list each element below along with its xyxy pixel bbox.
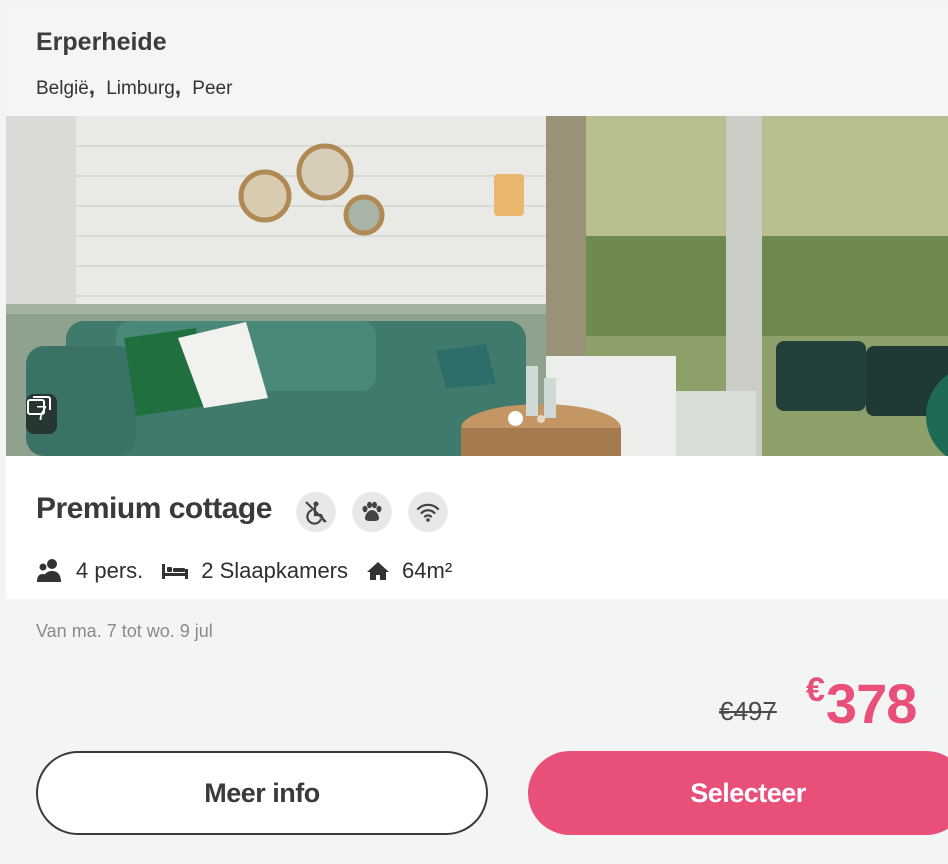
old-price: €497 <box>719 696 777 726</box>
amenity-no-wheelchair <box>296 492 336 532</box>
spec-bedrooms: 2 Slaapkamers <box>161 558 348 584</box>
amenity-wifi <box>408 492 448 532</box>
accommodation-info: Premium cottage 4 pers. 2 Slaapkamers 64… <box>6 456 948 599</box>
carousel-dot[interactable] <box>537 414 545 423</box>
gallery-icon <box>27 396 51 415</box>
paw-icon <box>362 501 382 521</box>
more-info-button[interactable]: Meer info <box>36 751 488 835</box>
amenity-list <box>296 492 448 532</box>
carousel-dot-active[interactable] <box>508 411 523 426</box>
carousel-dots <box>508 411 545 426</box>
booking-section: Van ma. 7 tot wo. 9 jul €497 €378 Meer i… <box>6 599 948 864</box>
new-price: €378 <box>806 671 917 736</box>
location: België, Limburg, Peer <box>36 74 232 100</box>
new-price-amount: 378 <box>825 672 917 735</box>
location-separator: , <box>88 74 95 99</box>
amenity-pets <box>352 492 392 532</box>
location-country: België <box>36 78 89 99</box>
location-separator: , <box>174 74 182 99</box>
spec-area: 64m² <box>366 558 452 584</box>
select-button[interactable]: Selecteer <box>528 751 948 835</box>
location-city: Peer <box>192 78 233 99</box>
bed-icon <box>162 564 189 579</box>
spec-bedrooms-label: 2 Slaapkamers <box>201 558 349 583</box>
home-icon <box>367 562 390 580</box>
no-wheelchair-icon <box>305 501 327 525</box>
living-room-photo <box>6 116 948 456</box>
spec-persons: 4 pers. <box>36 558 143 584</box>
stay-dates: Van ma. 7 tot wo. 9 jul <box>36 621 213 641</box>
spec-persons-label: 4 pers. <box>76 558 144 583</box>
persons-icon <box>37 559 61 582</box>
accommodation-photo[interactable]: 7 <box>6 116 948 456</box>
location-region: Limburg <box>106 78 175 99</box>
wifi-icon <box>416 503 440 522</box>
park-name: Erperheide <box>36 28 167 56</box>
new-price-currency: € <box>806 671 825 709</box>
card-header: Erperheide België, Limburg, Peer <box>6 6 948 116</box>
accommodation-type: Premium cottage <box>36 492 272 525</box>
photo-count-badge[interactable]: 7 <box>26 394 58 434</box>
accommodation-card: Erperheide België, Limburg, Peer 7 Premi… <box>6 6 948 864</box>
spec-area-label: 64m² <box>402 558 453 583</box>
accommodation-specs: 4 pers. 2 Slaapkamers 64m² <box>36 558 470 584</box>
